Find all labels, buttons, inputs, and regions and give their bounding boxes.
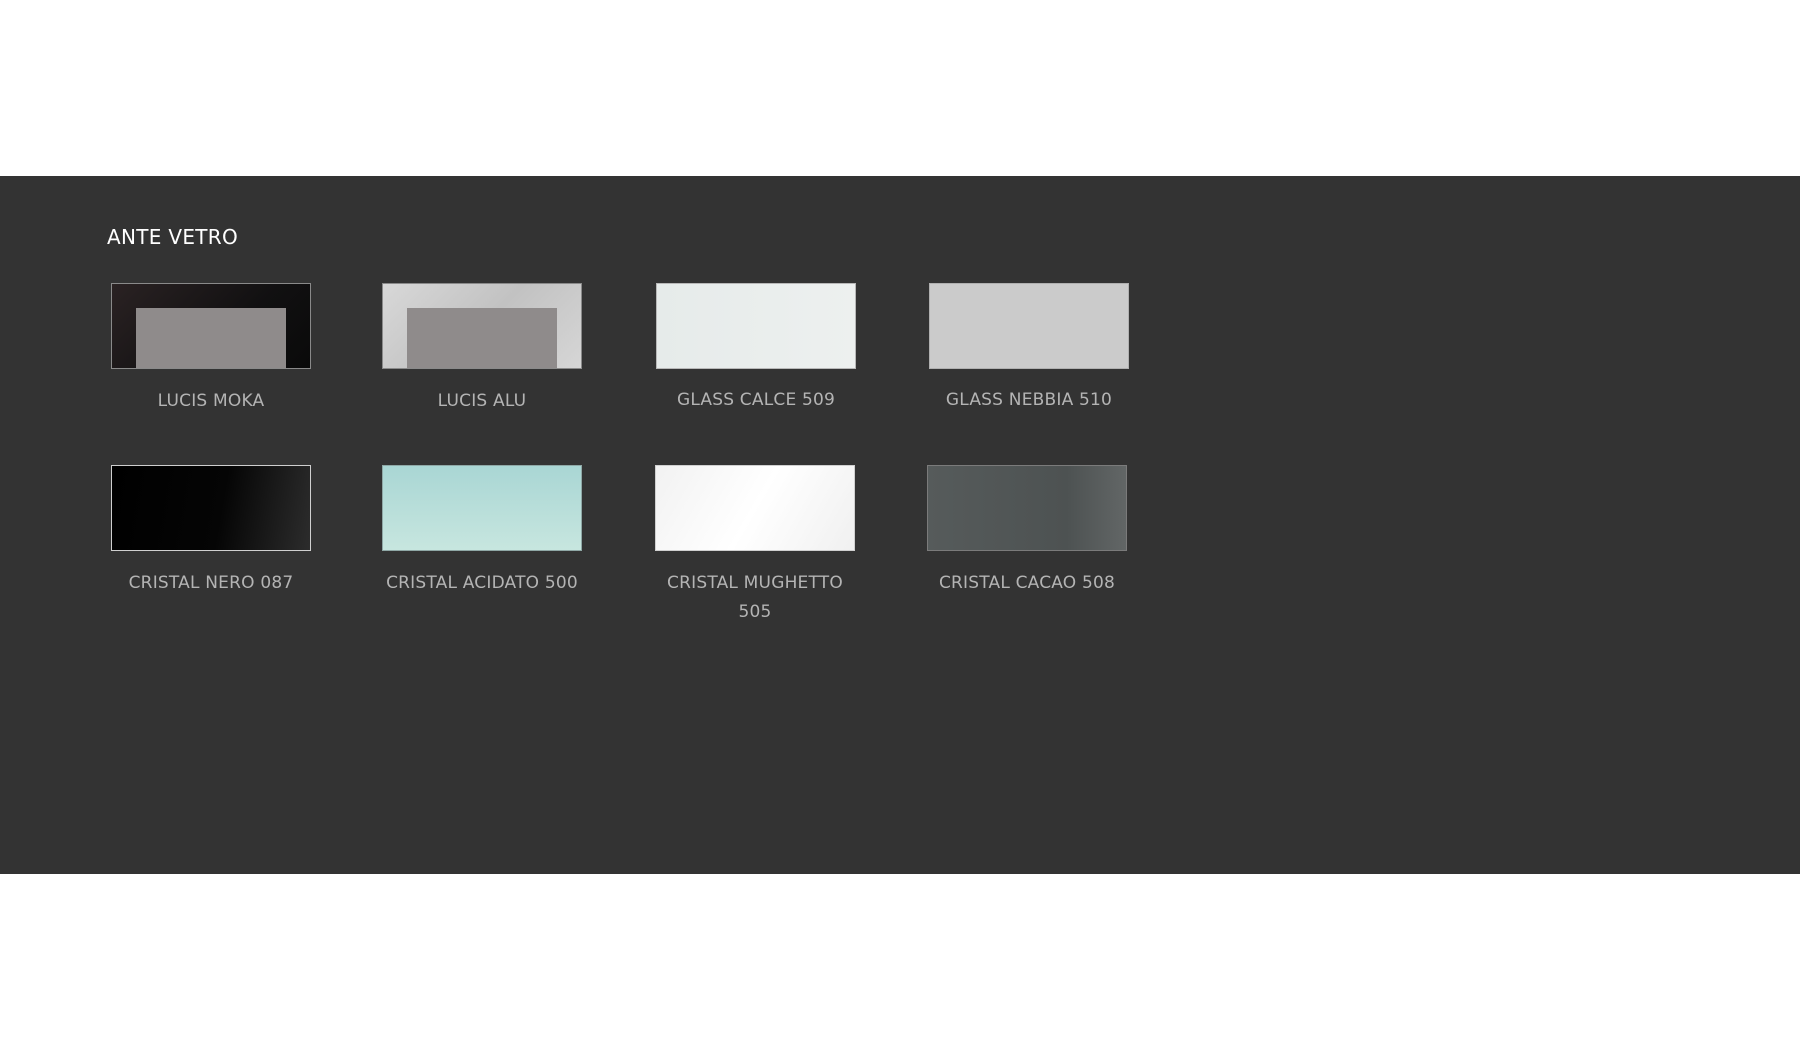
bottom-white-band: [0, 874, 1800, 1050]
swatch-label: LUCIS ALU: [437, 391, 527, 411]
swatch-item-cristal-acidato-500[interactable]: CRISTAL ACIDATO 500: [367, 465, 597, 598]
swatch-label: CRISTAL MUGHETTO 505: [667, 573, 843, 622]
swatch-label: CRISTAL ACIDATO 500: [386, 573, 578, 593]
swatch-image-cristal-cacao-508[interactable]: [927, 465, 1127, 551]
swatch-item-cristal-mughetto-505[interactable]: CRISTAL MUGHETTO 505: [640, 465, 870, 627]
swatch-image-lucis-moka[interactable]: [111, 283, 311, 369]
swatch-image-glass-nebbia-510[interactable]: [929, 283, 1129, 369]
swatch-item-glass-nebbia-510[interactable]: GLASS NEBBIA 510: [914, 283, 1144, 415]
swatch-item-glass-calce-509[interactable]: GLASS CALCE 509: [641, 283, 871, 415]
swatch-label: GLASS CALCE 509: [676, 390, 836, 410]
swatch-inner-panel: [407, 308, 557, 368]
swatch-image-cristal-nero-087[interactable]: [111, 465, 311, 551]
swatch-image-cristal-mughetto-505[interactable]: [655, 465, 855, 551]
swatch-image-lucis-alu[interactable]: [382, 283, 582, 369]
section-title: ANTE VETRO: [107, 225, 239, 249]
swatch-image-glass-calce-509[interactable]: [656, 283, 856, 369]
swatch-label: GLASS NEBBIA 510: [945, 390, 1113, 410]
swatch-label: LUCIS MOKA: [157, 391, 265, 411]
swatch-item-cristal-nero-087[interactable]: CRISTAL NERO 087: [96, 465, 326, 598]
top-white-band: [0, 0, 1800, 176]
swatch-item-lucis-alu[interactable]: LUCIS ALU: [367, 283, 597, 416]
swatch-item-cristal-cacao-508[interactable]: CRISTAL CACAO 508: [912, 465, 1142, 598]
swatch-item-lucis-moka[interactable]: LUCIS MOKA: [96, 283, 326, 416]
swatch-inner-panel: [136, 308, 286, 368]
swatch-image-cristal-acidato-500[interactable]: [382, 465, 582, 551]
swatch-label: CRISTAL CACAO 508: [938, 573, 1116, 593]
swatch-label: CRISTAL NERO 087: [128, 573, 294, 593]
